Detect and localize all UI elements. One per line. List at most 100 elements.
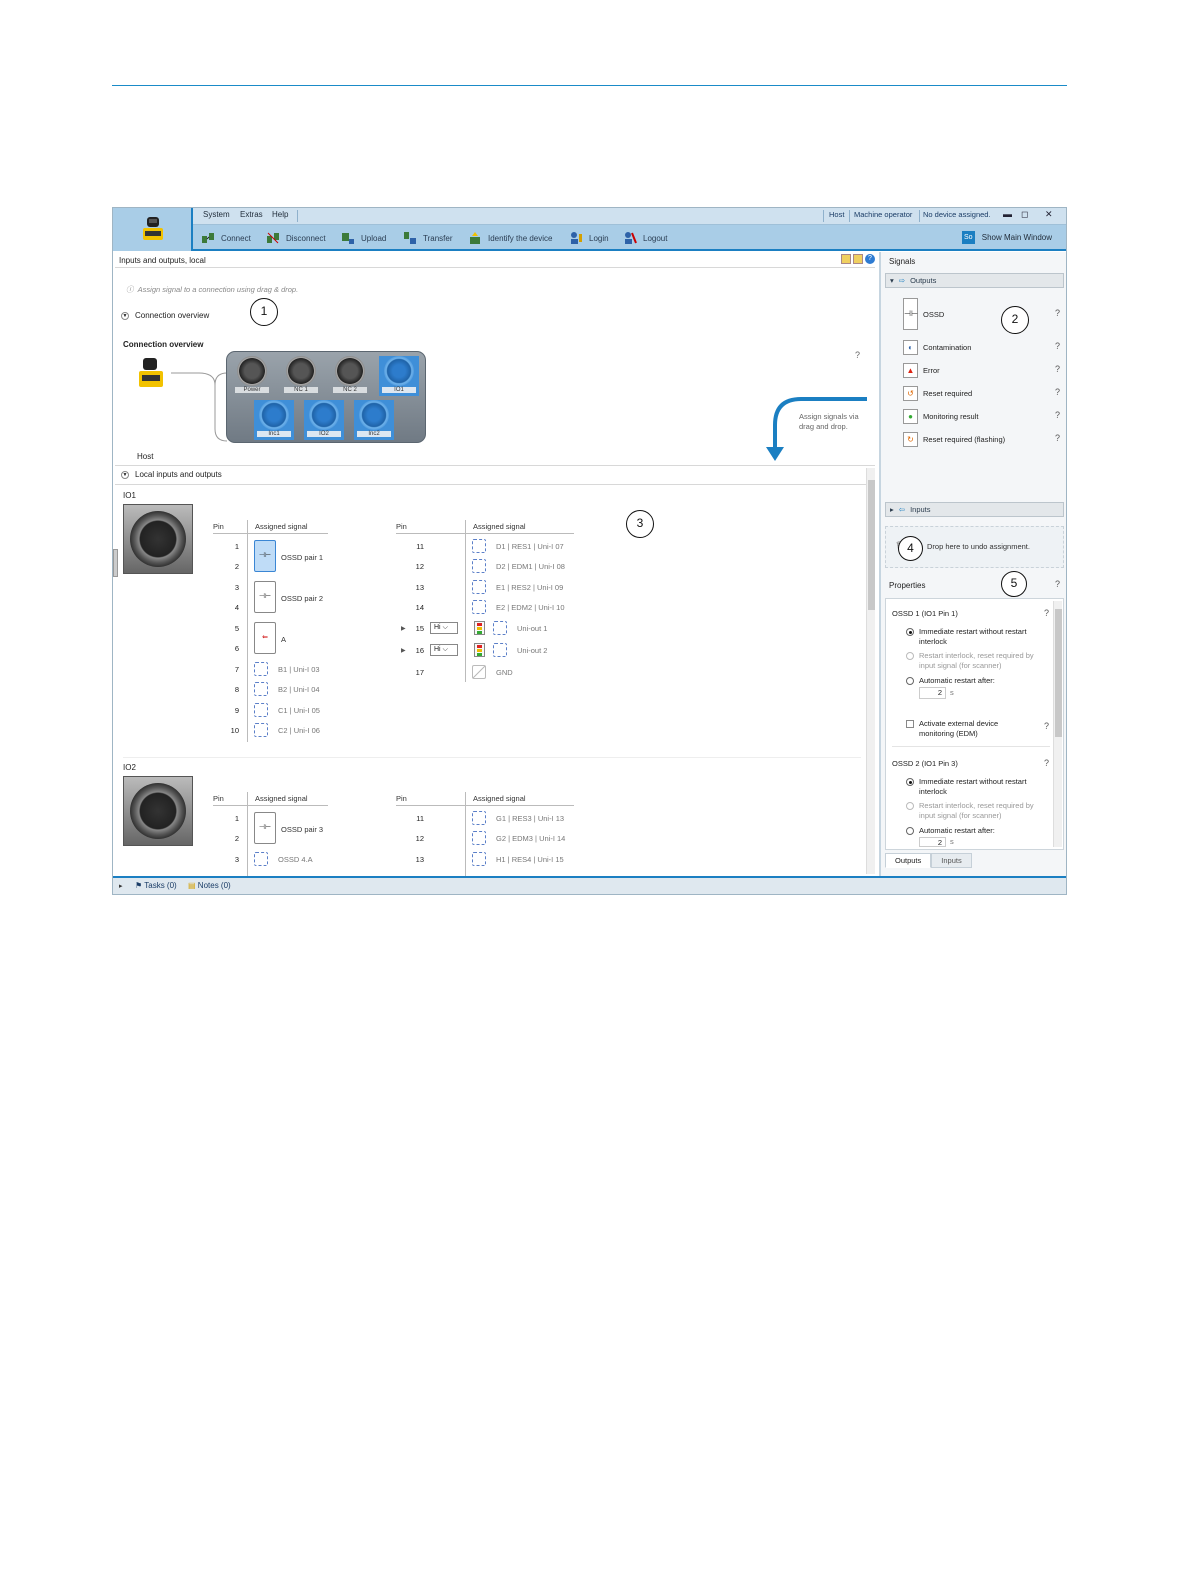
ossd2-auto-radio[interactable]: Automatic restart after: [906, 826, 1042, 836]
connector-io2[interactable]: IO2 [304, 400, 344, 440]
tasks-button[interactable]: ⚑ Tasks (0) [135, 881, 177, 890]
disconnect-button[interactable]: Disconnect [266, 231, 326, 245]
ossd1-interlock-radio[interactable]: Restart interlock, reset required by inp… [906, 651, 1042, 671]
ossd-pair-3-icon[interactable]: ⊣⊢ [254, 812, 276, 844]
transfer-button[interactable]: Transfer [403, 231, 453, 245]
ossd1-title: OSSD 1 (IO1 Pin 1) [892, 609, 958, 618]
help-icon[interactable]: ? [1055, 341, 1060, 351]
signal-slot[interactable]: Uni-out 1 [493, 621, 547, 635]
connect-button[interactable]: Connect [201, 231, 251, 245]
connector-inc1[interactable]: Inc1 [254, 400, 294, 440]
signal-reset-required-flashing[interactable]: ↻ Reset required (flashing) [903, 432, 1005, 447]
ossd2-interlock-radio[interactable]: Restart interlock, reset required by inp… [906, 801, 1042, 821]
ossd1-auto-delay-input[interactable]: 2 [919, 687, 946, 699]
close-icon[interactable]: ✕ [1045, 209, 1053, 220]
menu-help[interactable]: Help [272, 210, 288, 219]
callout-5: 5 [1001, 571, 1027, 597]
ossd2-immediate-radio[interactable]: Immediate restart without restart interl… [906, 777, 1042, 797]
scrollbar-thumb[interactable] [868, 480, 875, 610]
empty-slot-icon [472, 559, 486, 573]
help-icon[interactable]: ? [865, 254, 875, 264]
signal-slot[interactable]: OSSD 4.A [254, 852, 313, 866]
minimize-icon[interactable]: ▬ [1003, 209, 1012, 219]
tab-inputs[interactable]: Inputs [931, 853, 972, 868]
flag-icon: ⚑ [135, 881, 143, 890]
signal-slot[interactable]: E1 | RES2 | Uni-I 09 [472, 580, 563, 594]
connection-bracket [171, 372, 228, 442]
signal-slot[interactable]: B2 | Uni-I 04 [254, 682, 320, 696]
signal-a[interactable]: A [281, 635, 286, 644]
signal-monitoring-result[interactable]: ● Monitoring result [903, 409, 978, 424]
ossd-pair-2-icon[interactable]: ⊣⊢ [254, 581, 276, 613]
login-button[interactable]: Login [569, 231, 609, 245]
level-select[interactable]: Hi ⌵ [430, 622, 458, 634]
inputs-group[interactable]: ▸ ⇦ Inputs [885, 502, 1064, 517]
signal-slot[interactable]: Uni-out 2 [493, 643, 547, 657]
radio-icon [906, 802, 914, 810]
help-icon[interactable]: ? [1055, 364, 1060, 374]
properties-scrollbar[interactable] [1053, 601, 1062, 847]
signal-slot[interactable]: G2 | EDM3 | Uni-I 14 [472, 831, 565, 845]
help-icon[interactable]: ? [1055, 579, 1060, 589]
signal-ossd[interactable]: ⊣⊢ OSSD [903, 298, 944, 330]
status-user-role[interactable]: Machine operator [854, 210, 912, 219]
side-expander[interactable] [113, 549, 118, 577]
signal-ossd-pair-1[interactable]: OSSD pair 1 [281, 553, 323, 562]
signal-ossd-pair-3[interactable]: OSSD pair 3 [281, 825, 323, 834]
import-icon[interactable] [853, 254, 863, 264]
level-select[interactable]: Hi ⌵ [430, 644, 458, 656]
signal-slot[interactable]: G1 | RES3 | Uni-I 13 [472, 811, 564, 825]
menu-extras[interactable]: Extras [240, 210, 263, 219]
help-icon[interactable]: ? [1055, 387, 1060, 397]
signal-slot[interactable]: C2 | Uni-I 06 [254, 723, 320, 737]
connector-io1[interactable]: IO1 [379, 356, 419, 396]
signal-slot[interactable]: H1 | RES4 | Uni-I 15 [472, 852, 564, 866]
help-icon[interactable]: ? [1055, 410, 1060, 420]
menu-system[interactable]: System [203, 210, 230, 219]
help-icon[interactable]: ? [1044, 608, 1049, 618]
tab-outputs[interactable]: Outputs [885, 853, 932, 868]
drop-zone-label: Drop here to undo assignment. [927, 542, 1030, 551]
show-main-window-button[interactable]: So Show Main Window [961, 231, 1052, 244]
collapse-icon: ▼ [121, 311, 129, 320]
outputs-group[interactable]: ▾ ⇨ Outputs [885, 273, 1064, 288]
maximize-icon[interactable]: ◻ [1021, 209, 1028, 220]
radio-selected-icon [906, 628, 914, 636]
export-icon[interactable] [841, 254, 851, 264]
local-io-toggle[interactable]: ▼ Local inputs and outputs [121, 470, 222, 479]
help-icon[interactable]: ? [1044, 758, 1049, 768]
signal-slot[interactable]: D1 | RES1 | Uni-I 07 [472, 539, 564, 553]
signal-slot[interactable]: E2 | EDM2 | Uni-I 10 [472, 600, 565, 614]
help-icon[interactable]: ? [1055, 433, 1060, 443]
help-icon[interactable]: ? [1044, 721, 1049, 731]
connection-help-icon[interactable]: ? [855, 350, 860, 360]
ossd-pair-1-icon[interactable]: ⊣⊢ [254, 540, 276, 572]
signal-ossd-pair-2[interactable]: OSSD pair 2 [281, 594, 323, 603]
status-separator [849, 210, 850, 222]
help-icon[interactable]: ? [1055, 308, 1060, 318]
ossd1-immediate-radio[interactable]: Immediate restart without restart interl… [906, 627, 1042, 647]
signal-slot[interactable]: C1 | Uni-I 05 [254, 703, 320, 717]
signal-error[interactable]: ▲ Error [903, 363, 940, 378]
ossd2-auto-delay-input[interactable]: 2 [919, 837, 946, 847]
input-a-icon[interactable]: ⇐ [254, 622, 276, 654]
signal-slot[interactable]: B1 | Uni-I 03 [254, 662, 320, 676]
identify-device-button[interactable]: Identify the device [468, 231, 552, 245]
signal-contamination[interactable]: ◐ Contamination [903, 340, 971, 355]
main-scrollbar[interactable] [866, 468, 875, 874]
notes-button[interactable]: ▤ Notes (0) [188, 881, 231, 890]
logout-button[interactable]: Logout [623, 231, 667, 245]
ossd1-auto-radio[interactable]: Automatic restart after: [906, 676, 1042, 686]
connection-overview-toggle[interactable]: ▼ Connection overview [121, 311, 209, 320]
edm-checkbox[interactable]: Activate external device monitoring (EDM… [906, 719, 1026, 739]
signal-reset-required[interactable]: ↺ Reset required [903, 386, 972, 401]
connector-nc2[interactable]: NC 2 [330, 356, 370, 396]
upload-button[interactable]: Upload [341, 231, 386, 245]
scrollbar-thumb[interactable] [1055, 609, 1062, 737]
connector-power[interactable]: Power [232, 356, 272, 396]
expand-icon[interactable]: ▸ [119, 882, 123, 890]
connector-nc1[interactable]: NC 1 [281, 356, 321, 396]
connector-inc2[interactable]: Inc2 [354, 400, 394, 440]
signal-slot[interactable]: D2 | EDM1 | Uni-I 08 [472, 559, 565, 573]
radio-label: Restart interlock, reset required by inp… [919, 801, 1034, 820]
